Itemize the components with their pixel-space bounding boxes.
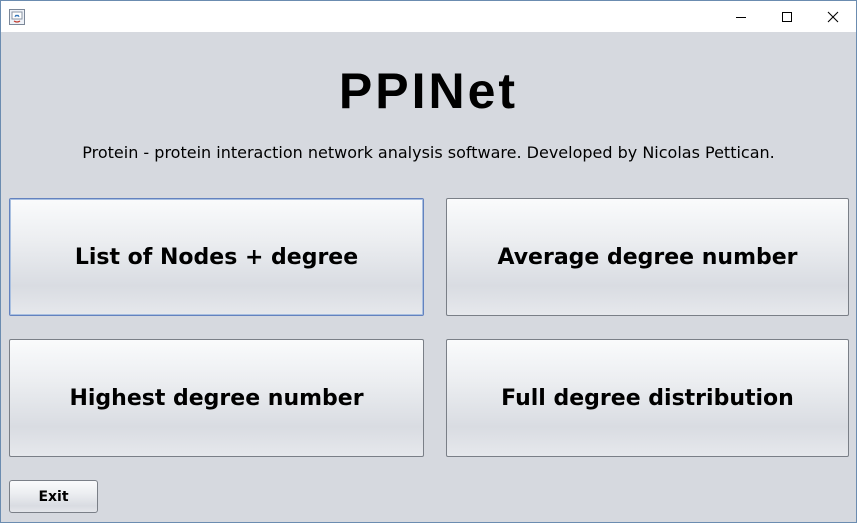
close-button[interactable]	[810, 1, 856, 32]
title-bar[interactable]	[1, 1, 856, 32]
app-title: PPINet	[338, 63, 519, 119]
java-app-icon[interactable]	[9, 9, 25, 25]
exit-button[interactable]: Exit	[9, 480, 98, 513]
highest-degree-button[interactable]: Highest degree number	[9, 339, 424, 457]
app-window: PPINet Protein - protein interaction net…	[0, 0, 857, 523]
main-panel: PPINet Protein - protein interaction net…	[1, 32, 856, 522]
minimize-icon	[736, 16, 746, 18]
full-degree-distribution-button[interactable]: Full degree distribution	[446, 339, 849, 457]
average-degree-button[interactable]: Average degree number	[446, 198, 849, 316]
app-subtitle: Protein - protein interaction network an…	[82, 143, 775, 162]
maximize-icon	[782, 11, 792, 22]
close-icon	[827, 11, 839, 22]
list-nodes-degree-button[interactable]: List of Nodes + degree	[9, 198, 424, 316]
minimize-button[interactable]	[718, 1, 764, 32]
maximize-button[interactable]	[764, 1, 810, 32]
